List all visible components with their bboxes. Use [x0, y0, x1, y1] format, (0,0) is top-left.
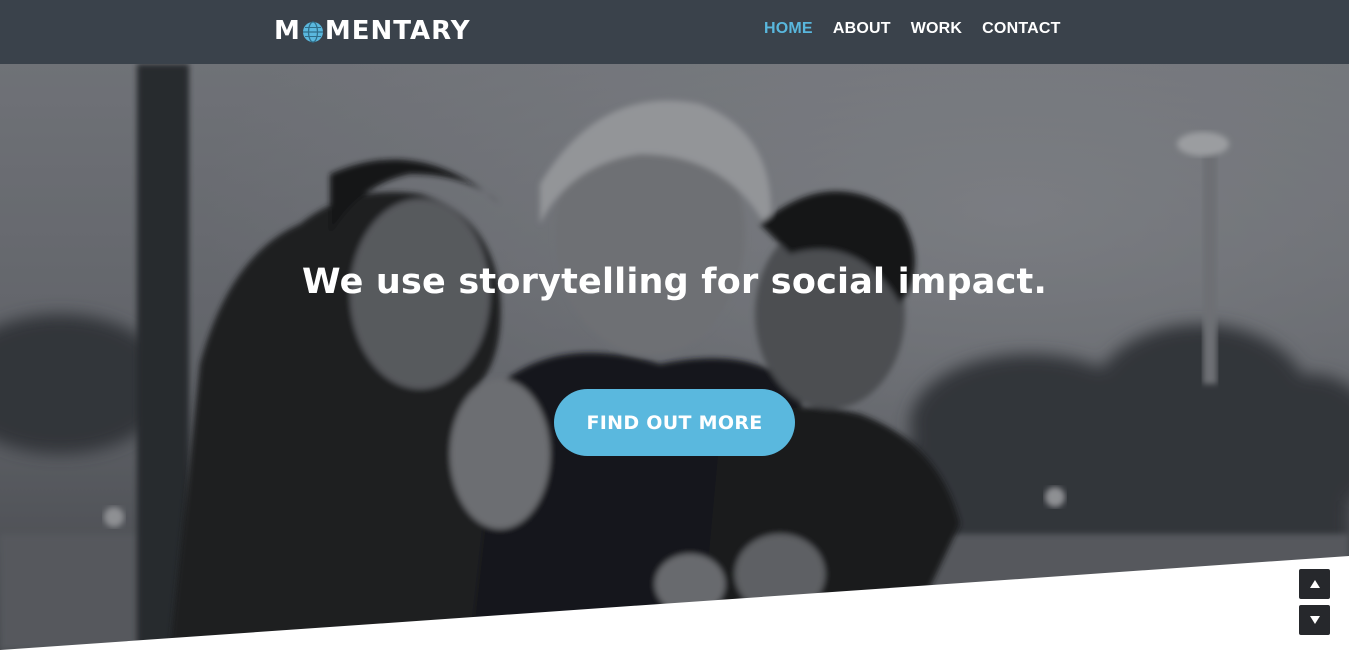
globe-icon [302, 20, 324, 43]
scroll-down-button[interactable] [1299, 605, 1330, 635]
page: M MENTARY HOME ABOUT WORK CONTACT We use… [0, 0, 1349, 650]
site-header: M MENTARY HOME ABOUT WORK CONTACT [0, 0, 1349, 64]
nav-contact[interactable]: CONTACT [982, 20, 1060, 38]
hero-section: We use storytelling for social impact. F… [0, 64, 1349, 650]
nav-about[interactable]: ABOUT [833, 20, 891, 38]
main-nav: HOME ABOUT WORK CONTACT [764, 20, 1081, 38]
logo-text-m: M [274, 16, 301, 46]
hero-headline: We use storytelling for social impact. [302, 262, 1047, 302]
arrow-up-icon [1309, 580, 1320, 588]
nav-work[interactable]: WORK [911, 20, 962, 38]
find-out-more-button[interactable]: FIND OUT MORE [554, 389, 795, 456]
hero-dark-overlay [0, 64, 1349, 650]
nav-home[interactable]: HOME [764, 20, 813, 38]
logo[interactable]: M MENTARY [274, 14, 471, 48]
scroll-up-button[interactable] [1299, 569, 1330, 599]
arrow-down-icon [1309, 616, 1320, 624]
logo-text-rest: MENTARY [324, 16, 471, 46]
